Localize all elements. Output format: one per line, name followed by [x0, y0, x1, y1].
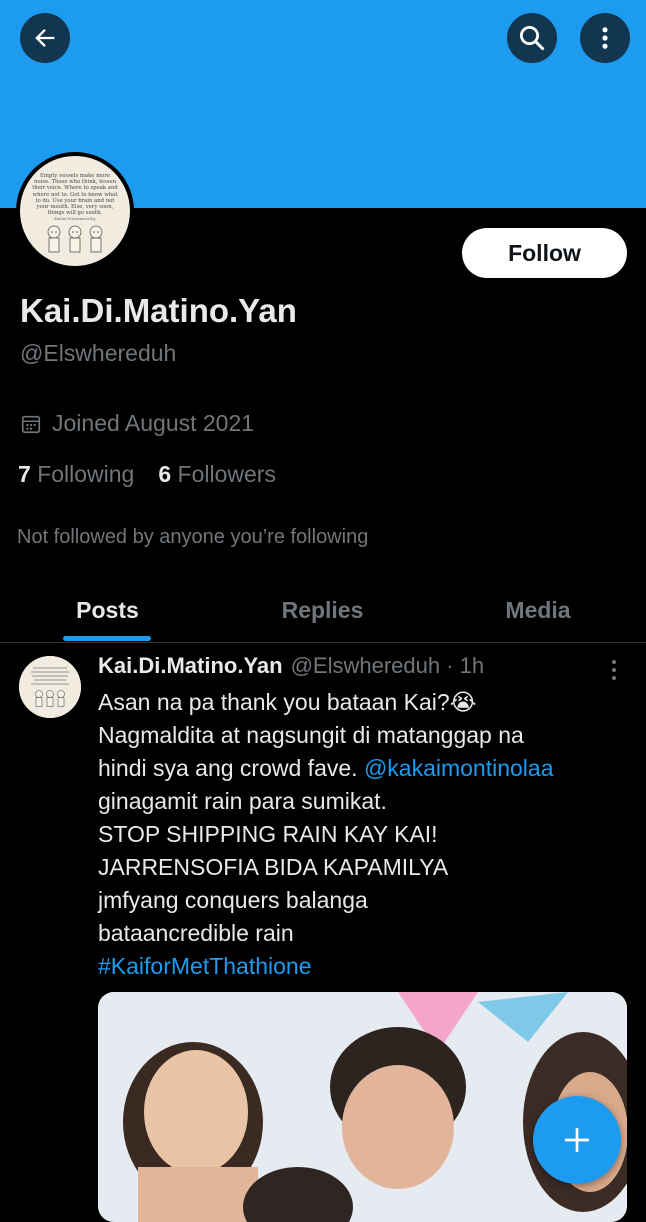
avatar-quote-text: Empty vessels make more noise. Those who…: [32, 173, 118, 217]
followers-count: 6: [158, 461, 172, 487]
hashtag-link[interactable]: #KaiforMetThathione: [98, 950, 628, 983]
cartoon-figures-illustration: [47, 226, 103, 253]
post-line: jmfyang conquers balanga: [98, 887, 368, 913]
post-line: ginagamit rain para sumikat.: [98, 788, 387, 814]
post-text: Asan na pa thank you bataan Kai?😭 Nagmal…: [98, 686, 628, 983]
post-meta: @Elswhereduh · 1h: [290, 653, 485, 678]
following-label: Following: [37, 461, 135, 487]
post-line: Nagmaldita at nagsungit di matanggap na: [98, 722, 524, 748]
followers-label: Followers: [177, 461, 276, 487]
mention-link[interactable]: @kakaimontinolaa: [364, 755, 554, 781]
follow-button[interactable]: Follow: [462, 228, 627, 278]
more-vertical-icon: [612, 660, 616, 680]
tab-replies[interactable]: Replies: [215, 580, 430, 640]
post-header: Kai.Di.Matino.Yan @Elswhereduh · 1h: [98, 653, 484, 679]
search-icon: [520, 26, 545, 51]
followers-stat[interactable]: 6 Followers: [158, 461, 276, 488]
post-line: Asan na pa thank you bataan Kai?😭: [98, 689, 477, 715]
post-author-name[interactable]: Kai.Di.Matino.Yan: [98, 653, 283, 679]
plus-icon: [565, 1128, 589, 1152]
profile-display-name: Kai.Di.Matino.Yan: [20, 292, 297, 329]
post-line: STOP SHIPPING RAIN KAY KAI!: [98, 821, 438, 847]
post-line: JARRENSOFIA BIDA KAPAMILYA: [98, 854, 449, 880]
following-count: 7: [18, 461, 31, 487]
tab-media[interactable]: Media: [430, 580, 646, 640]
not-followed-notice: Not followed by anyone you’re following: [17, 526, 369, 548]
avatar-thumbnail-illustration: [19, 656, 81, 718]
follow-stats: 7 Following 6 Followers: [18, 461, 276, 488]
calendar-icon: [21, 415, 41, 433]
active-tab-indicator: [63, 636, 151, 641]
post-line: hindi sya ang crowd fave. @kakaimontinol…: [98, 752, 628, 785]
avatar-credit-text: - Kaitlin Fernhemworthy -: [52, 217, 98, 222]
more-vertical-icon: [602, 27, 608, 49]
post-line-text: hindi sya ang crowd fave.: [98, 755, 364, 781]
following-stat[interactable]: 7 Following: [18, 461, 134, 488]
profile-tabs: Posts Replies Media: [0, 580, 646, 643]
post-line: bataancredible rain: [98, 920, 294, 946]
joined-text: Joined August 2021: [52, 410, 255, 436]
more-options-button[interactable]: [580, 13, 630, 63]
search-button[interactable]: [507, 13, 557, 63]
back-button[interactable]: [20, 13, 70, 63]
post-author-avatar[interactable]: [19, 656, 81, 718]
compose-post-button[interactable]: [533, 1096, 621, 1184]
arrow-left-icon: [35, 29, 55, 47]
joined-date: Joined August 2021: [20, 410, 254, 437]
tab-posts[interactable]: Posts: [0, 580, 215, 640]
profile-avatar[interactable]: Empty vessels make more noise. Those who…: [16, 152, 134, 270]
post-more-button[interactable]: [604, 656, 624, 686]
profile-handle: @Elswhereduh: [20, 340, 177, 366]
